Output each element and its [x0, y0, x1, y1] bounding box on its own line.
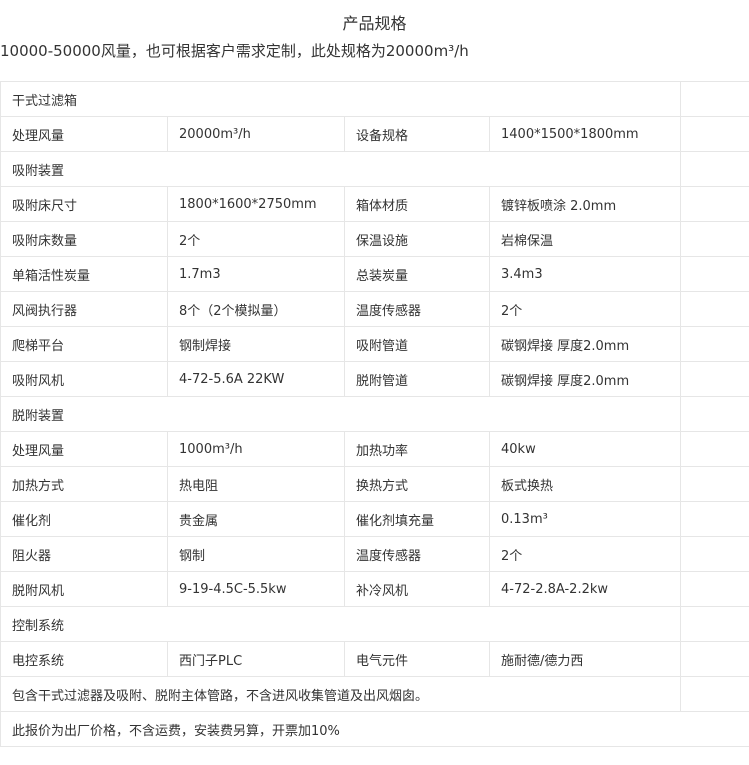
- spec-value: 1.7m3: [167, 256, 345, 292]
- empty-cell: [680, 676, 749, 712]
- spec-value: 40kw: [488, 431, 682, 467]
- spec-label: 催化剂填充量: [344, 501, 490, 537]
- spec-label: 处理风量: [0, 116, 168, 152]
- spec-value: 3.4m3: [488, 256, 682, 292]
- table-row: 风阀执行器 8个（2个模拟量） 温度传感器 2个: [0, 291, 749, 327]
- section-heading: 控制系统: [0, 606, 682, 642]
- empty-cell: [680, 536, 749, 572]
- spec-label: 温度传感器: [344, 291, 490, 327]
- spec-label: 箱体材质: [344, 186, 490, 222]
- section-row: 脱附装置: [0, 396, 749, 432]
- note-row: 此报价为出厂价格，不含运费，安装费另算，开票加10%: [0, 711, 749, 747]
- spec-value: 2个: [488, 291, 682, 327]
- empty-cell: [680, 571, 749, 607]
- spec-label: 保温设施: [344, 221, 490, 257]
- spec-value: 镀锌板喷涂 2.0mm: [488, 186, 682, 222]
- spec-value: 贵金属: [167, 501, 345, 537]
- spec-value: 碳钢焊接 厚度2.0mm: [488, 361, 682, 397]
- empty-cell: [680, 81, 749, 117]
- price-note: 此报价为出厂价格，不含运费，安装费另算，开票加10%: [0, 711, 749, 747]
- empty-cell: [680, 396, 749, 432]
- spec-value: 1000m³/h: [167, 431, 345, 467]
- spec-label: 加热方式: [0, 466, 168, 502]
- empty-cell: [680, 326, 749, 362]
- spec-label: 总装炭量: [344, 256, 490, 292]
- spec-value: 2个: [167, 221, 345, 257]
- table-row: 吸附床尺寸 1800*1600*2750mm 箱体材质 镀锌板喷涂 2.0mm: [0, 186, 749, 222]
- spec-label: 脱附风机: [0, 571, 168, 607]
- spec-value: 8个（2个模拟量）: [167, 291, 345, 327]
- spec-value: 热电阻: [167, 466, 345, 502]
- spec-label: 吸附风机: [0, 361, 168, 397]
- spec-label: 电控系统: [0, 641, 168, 677]
- table-row: 吸附床数量 2个 保温设施 岩棉保温: [0, 221, 749, 257]
- spec-value: 4-72-5.6A 22KW: [167, 361, 345, 397]
- spec-label: 吸附床尺寸: [0, 186, 168, 222]
- spec-value: 1400*1500*1800mm: [488, 116, 682, 152]
- empty-cell: [680, 641, 749, 677]
- spec-value: 碳钢焊接 厚度2.0mm: [488, 326, 682, 362]
- table-row: 处理风量 1000m³/h 加热功率 40kw: [0, 431, 749, 467]
- spec-value: 0.13m³: [488, 501, 682, 537]
- page-title: 产品规格: [342, 14, 407, 33]
- spec-label: 加热功率: [344, 431, 490, 467]
- section-heading: 吸附装置: [0, 151, 682, 187]
- spec-label: 爬梯平台: [0, 326, 168, 362]
- section-heading: 干式过滤箱: [0, 81, 682, 117]
- spec-value: 4-72-2.8A-2.2kw: [488, 571, 682, 607]
- section-heading: 包含干式过滤器及吸附、脱附主体管路，不含进风收集管道及出风烟囱。: [0, 676, 682, 712]
- empty-cell: [680, 606, 749, 642]
- empty-cell: [680, 186, 749, 222]
- empty-cell: [680, 256, 749, 292]
- empty-cell: [680, 291, 749, 327]
- spec-label: 温度传感器: [344, 536, 490, 572]
- spec-label: 脱附管道: [344, 361, 490, 397]
- table-row: 爬梯平台 钢制焊接 吸附管道 碳钢焊接 厚度2.0mm: [0, 326, 749, 362]
- section-heading: 脱附装置: [0, 396, 682, 432]
- empty-cell: [680, 361, 749, 397]
- spec-label: 处理风量: [0, 431, 168, 467]
- section-row: 干式过滤箱: [0, 81, 749, 117]
- empty-cell: [680, 151, 749, 187]
- spec-label: 换热方式: [344, 466, 490, 502]
- spec-value: 钢制: [167, 536, 345, 572]
- spec-value: 1800*1600*2750mm: [167, 186, 345, 222]
- spec-label: 电气元件: [344, 641, 490, 677]
- spec-label: 吸附床数量: [0, 221, 168, 257]
- table-row: 加热方式 热电阻 换热方式 板式换热: [0, 466, 749, 502]
- spec-label: 阻火器: [0, 536, 168, 572]
- spec-value: 板式换热: [488, 466, 682, 502]
- table-row: 阻火器 钢制 温度传感器 2个: [0, 536, 749, 572]
- empty-cell: [680, 116, 749, 152]
- table-row: 催化剂 贵金属 催化剂填充量 0.13m³: [0, 501, 749, 537]
- spec-table-body: 干式过滤箱 处理风量 20000m³/h 设备规格 1400*1500*1800mm 吸附…: [0, 81, 749, 747]
- spec-value: 岩棉保温: [488, 221, 682, 257]
- spec-value: 9-19-4.5C-5.5kw: [167, 571, 345, 607]
- spec-label: 风阀执行器: [0, 291, 168, 327]
- spec-label: 补冷风机: [344, 571, 490, 607]
- spec-label: 单箱活性炭量: [0, 256, 168, 292]
- spec-value: 2个: [488, 536, 682, 572]
- spec-value: 施耐德/德力西: [488, 641, 682, 677]
- empty-cell: [680, 221, 749, 257]
- section-row: 包含干式过滤器及吸附、脱附主体管路，不含进风收集管道及出风烟囱。: [0, 676, 749, 712]
- section-row: 控制系统: [0, 606, 749, 642]
- spec-label: 设备规格: [344, 116, 490, 152]
- spec-value: 钢制焊接: [167, 326, 345, 362]
- section-row: 吸附装置: [0, 151, 749, 187]
- table-row: 电控系统 西门子PLC 电气元件 施耐德/德力西: [0, 641, 749, 677]
- table-row: 单箱活性炭量 1.7m3 总装炭量 3.4m3: [0, 256, 749, 292]
- table-row: 脱附风机 9-19-4.5C-5.5kw 补冷风机 4-72-2.8A-2.2kw: [0, 571, 749, 607]
- spec-value: 西门子PLC: [167, 641, 345, 677]
- empty-cell: [680, 501, 749, 537]
- empty-cell: [680, 466, 749, 502]
- table-row: 处理风量 20000m³/h 设备规格 1400*1500*1800mm: [0, 116, 749, 152]
- spec-table: 干式过滤箱 处理风量 20000m³/h 设备规格 1400*1500*1800mm 吸附…: [0, 81, 749, 747]
- spec-subtitle: 10000-50000风量，也可根据客户需求定制，此处规格为20000m³/h: [0, 42, 469, 60]
- spec-label: 吸附管道: [344, 326, 490, 362]
- table-row: 吸附风机 4-72-5.6A 22KW 脱附管道 碳钢焊接 厚度2.0mm: [0, 361, 749, 397]
- spec-value: 20000m³/h: [167, 116, 345, 152]
- spec-label: 催化剂: [0, 501, 168, 537]
- empty-cell: [680, 431, 749, 467]
